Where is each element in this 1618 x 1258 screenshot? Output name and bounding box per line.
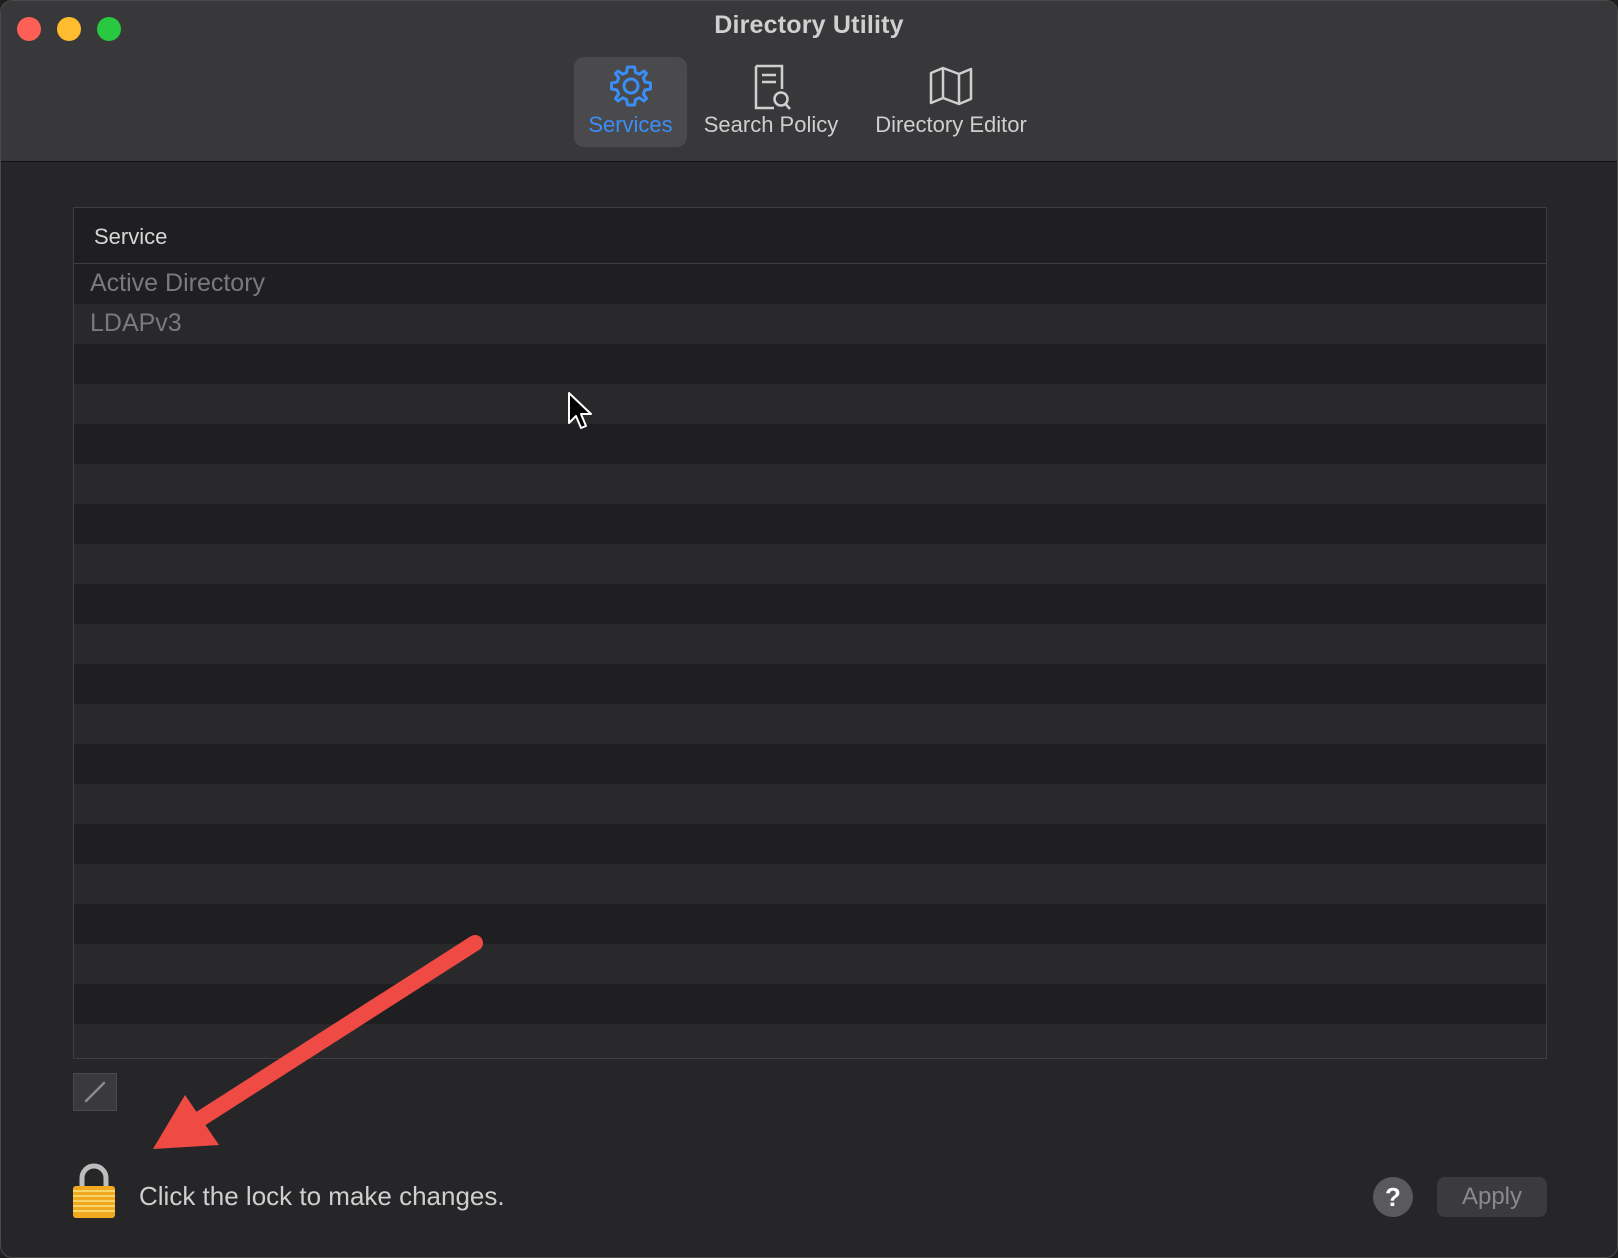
service-name: LDAPv3	[90, 309, 182, 337]
empty-row	[74, 944, 1546, 984]
empty-row	[74, 824, 1546, 864]
empty-row	[74, 864, 1546, 904]
tab-search-policy[interactable]: Search Policy	[696, 57, 846, 147]
table-header[interactable]: Service	[74, 208, 1546, 264]
tab-directory-editor[interactable]: Directory Editor	[863, 57, 1039, 147]
empty-row	[74, 504, 1546, 544]
lock-message: Click the lock to make changes.	[139, 1181, 505, 1211]
map-icon	[863, 63, 1039, 113]
apply-button[interactable]: Apply	[1437, 1177, 1547, 1217]
directory-utility-window: Directory Utility Services Search Policy…	[0, 0, 1618, 1258]
pencil-icon	[84, 1081, 106, 1103]
lock-icon[interactable]	[69, 1161, 119, 1221]
empty-row	[74, 904, 1546, 944]
empty-row	[74, 784, 1546, 824]
service-name: Active Directory	[90, 269, 266, 297]
table-rows: Active Directory LDAPv3	[74, 264, 1546, 1058]
empty-row	[74, 704, 1546, 744]
title-bar: Directory Utility Services Search Policy…	[1, 1, 1617, 162]
gear-icon	[574, 63, 687, 113]
empty-row	[74, 664, 1546, 704]
empty-row	[74, 744, 1546, 784]
empty-row	[74, 1024, 1546, 1058]
empty-row	[74, 344, 1546, 384]
tab-search-policy-label: Search Policy	[703, 112, 839, 137]
document-search-icon	[696, 63, 846, 113]
empty-row	[74, 984, 1546, 1024]
edit-service-button[interactable]	[73, 1073, 117, 1111]
services-table: Service Active Directory LDAPv3	[73, 207, 1547, 1059]
empty-row	[74, 464, 1546, 504]
empty-row	[74, 624, 1546, 664]
empty-row	[74, 584, 1546, 624]
tab-services-label: Services	[588, 112, 673, 137]
empty-row	[74, 384, 1546, 424]
tab-directory-editor-label: Directory Editor	[875, 112, 1027, 137]
tab-services[interactable]: Services	[574, 57, 687, 147]
empty-row	[74, 424, 1546, 464]
empty-row	[74, 544, 1546, 584]
window-title: Directory Utility	[714, 11, 904, 39]
table-row[interactable]: Active Directory	[74, 264, 1546, 304]
table-row[interactable]: LDAPv3	[74, 304, 1546, 344]
column-header-service: Service	[94, 224, 168, 249]
help-button[interactable]: ?	[1373, 1177, 1413, 1217]
mouse-pointer-icon	[568, 392, 592, 429]
